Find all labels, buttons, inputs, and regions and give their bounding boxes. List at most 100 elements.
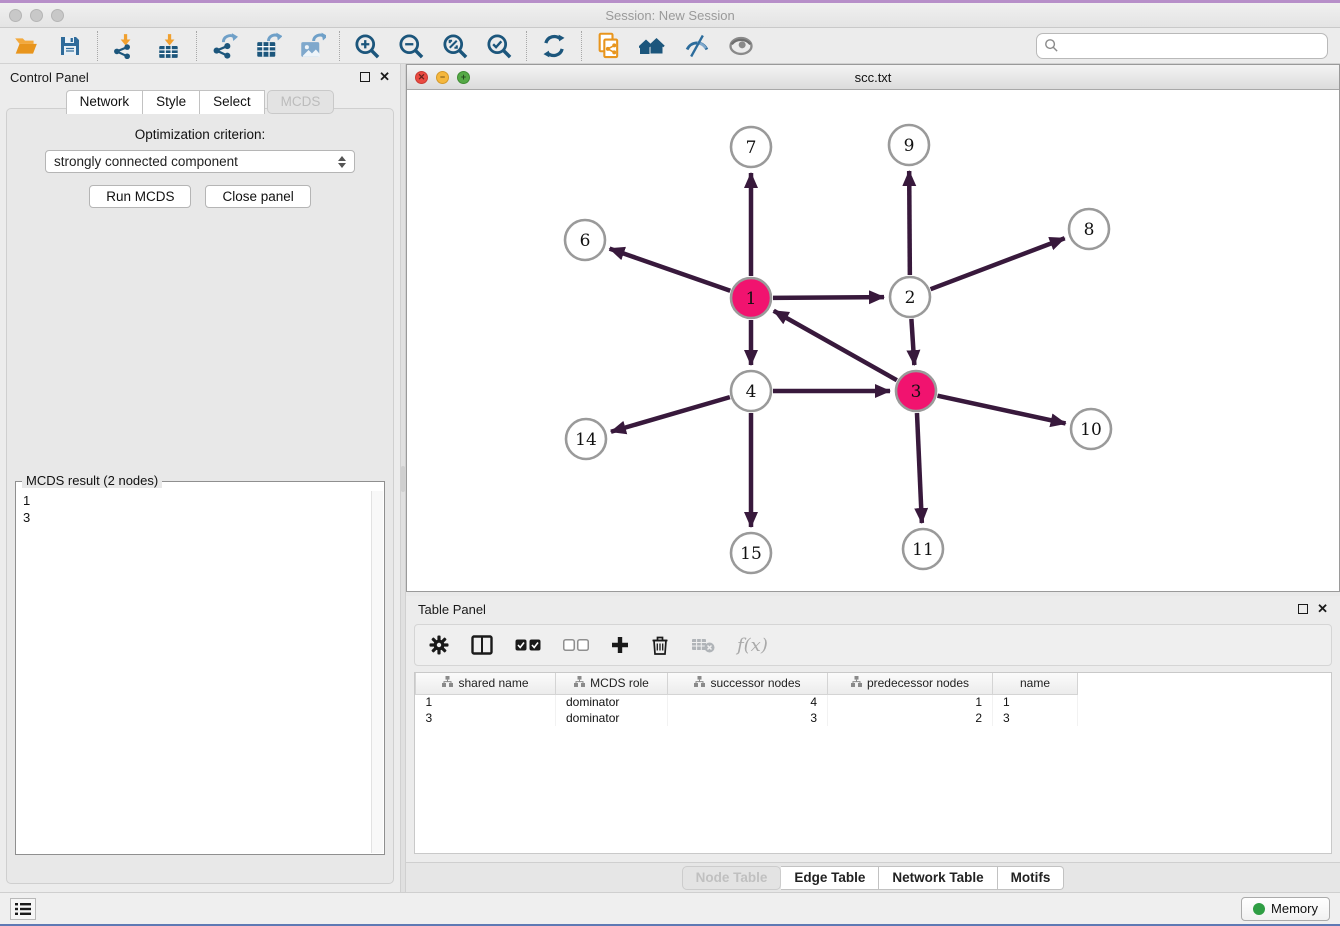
cell-successor-nodes[interactable]: 4 — [668, 694, 828, 710]
node-label-9: 9 — [904, 136, 915, 156]
tab-edge-table[interactable]: Edge Table — [781, 866, 879, 890]
column-header-predecessor-nodes[interactable]: predecessor nodes — [828, 673, 993, 694]
edge-3-1[interactable] — [774, 311, 897, 380]
select-all-button[interactable] — [515, 630, 541, 660]
toolbar-separator — [526, 31, 527, 61]
copy-network-icon — [595, 32, 623, 60]
toolbar-separator — [196, 31, 197, 61]
search-box[interactable] — [1036, 33, 1328, 59]
edge-2-8[interactable] — [931, 238, 1065, 289]
toolbar-separator — [97, 31, 98, 61]
tab-network[interactable]: Network — [66, 90, 144, 114]
mcds-result-title: MCDS result (2 nodes) — [22, 473, 162, 488]
table-row[interactable]: 1dominator411 — [416, 694, 1078, 710]
delete-table-icon — [691, 637, 715, 653]
function-builder-button[interactable]: f(x) — [737, 630, 768, 660]
table-settings-button[interactable] — [429, 630, 449, 660]
column-view-button[interactable] — [471, 630, 493, 660]
edge-4-14[interactable] — [611, 397, 730, 432]
show-panels-button[interactable] — [727, 32, 755, 60]
table-row[interactable]: 3dominator323 — [416, 710, 1078, 726]
open-folder-icon — [13, 33, 39, 59]
task-history-button[interactable] — [10, 898, 36, 920]
cell-name[interactable]: 3 — [993, 710, 1078, 726]
unchecked-boxes-icon — [563, 639, 589, 651]
mcds-result-item[interactable]: 3 — [23, 509, 378, 526]
refresh-layout-button[interactable] — [540, 32, 568, 60]
import-network-button[interactable] — [111, 32, 139, 60]
network-window-title: scc.txt — [407, 70, 1339, 85]
export-image-button[interactable] — [298, 32, 326, 60]
window-title: Session: New Session — [0, 8, 1340, 23]
control-panel: Control Panel ✕ NetworkStyleSelectMCDS O… — [0, 64, 400, 892]
tab-network-table[interactable]: Network Table — [879, 866, 997, 890]
cell-predecessor-nodes[interactable]: 2 — [828, 710, 993, 726]
float-panel-icon[interactable] — [360, 72, 370, 82]
zoom-out-button[interactable] — [397, 32, 425, 60]
network-canvas[interactable]: 7968124314101511 — [407, 90, 1339, 591]
zoom-fit-button[interactable] — [441, 32, 469, 60]
copy-network-view-button[interactable] — [595, 32, 623, 60]
import-table-button[interactable] — [155, 32, 183, 60]
run-mcds-button[interactable]: Run MCDS — [89, 185, 191, 208]
cell-shared-name[interactable]: 3 — [416, 710, 556, 726]
tab-node-table[interactable]: Node Table — [682, 866, 782, 890]
result-scrollbar[interactable] — [371, 491, 383, 853]
edge-1-2[interactable] — [773, 297, 884, 298]
close-table-panel-icon[interactable]: ✕ — [1317, 604, 1328, 614]
column-header-shared-name[interactable]: shared name — [416, 673, 556, 694]
optimization-select[interactable]: strongly connected component — [45, 150, 355, 173]
open-session-button[interactable] — [12, 32, 40, 60]
control-panel-tabs: NetworkStyleSelectMCDS — [0, 90, 400, 114]
edge-3-11[interactable] — [917, 413, 922, 523]
zoom-selected-button[interactable] — [485, 32, 513, 60]
edge-1-6[interactable] — [610, 249, 731, 291]
hide-panels-button[interactable] — [683, 32, 711, 60]
export-network-button[interactable] — [210, 32, 238, 60]
edge-2-9[interactable] — [909, 171, 910, 275]
fx-icon: f(x) — [737, 635, 768, 656]
toolbar-separator — [581, 31, 582, 61]
column-header-name[interactable]: name — [993, 673, 1078, 694]
mcds-result-item[interactable]: 1 — [23, 492, 378, 509]
mcds-result-list: 13 — [16, 482, 384, 526]
zoom-selected-icon — [485, 32, 513, 60]
tab-motifs[interactable]: Motifs — [998, 866, 1065, 890]
node-label-3: 3 — [911, 382, 922, 402]
cell-predecessor-nodes[interactable]: 1 — [828, 694, 993, 710]
node-label-14: 14 — [575, 430, 597, 450]
network-window-titlebar[interactable]: ✕ − + scc.txt — [407, 65, 1339, 90]
close-panel-icon[interactable]: ✕ — [379, 72, 390, 82]
save-session-button[interactable] — [56, 32, 84, 60]
deselect-all-button[interactable] — [563, 630, 589, 660]
edge-2-3[interactable] — [911, 319, 914, 365]
table-panel: Table Panel ✕ — [406, 596, 1340, 892]
cell-MCDS-role[interactable]: dominator — [556, 710, 668, 726]
close-panel-button[interactable]: Close panel — [205, 185, 310, 208]
memory-status-icon — [1253, 903, 1265, 915]
node-label-7: 7 — [746, 138, 757, 158]
node-label-8: 8 — [1084, 220, 1095, 240]
cell-name[interactable]: 1 — [993, 694, 1078, 710]
column-header-MCDS-role[interactable]: MCDS role — [556, 673, 668, 694]
float-table-panel-icon[interactable] — [1298, 604, 1308, 614]
cell-successor-nodes[interactable]: 3 — [668, 710, 828, 726]
table-panel-title: Table Panel — [418, 602, 486, 617]
zoom-out-icon — [397, 32, 425, 60]
search-input[interactable] — [1064, 36, 1320, 56]
edge-3-10[interactable] — [937, 396, 1065, 424]
column-header-successor-nodes[interactable]: successor nodes — [668, 673, 828, 694]
tab-select[interactable]: Select — [200, 90, 265, 114]
export-table-button[interactable] — [254, 32, 282, 60]
cell-MCDS-role[interactable]: dominator — [556, 694, 668, 710]
table-toolbar: f(x) — [414, 624, 1332, 666]
delete-column-button[interactable] — [651, 630, 669, 660]
delete-table-button[interactable] — [691, 630, 715, 660]
zoom-in-button[interactable] — [353, 32, 381, 60]
home-button[interactable] — [639, 32, 667, 60]
cell-shared-name[interactable]: 1 — [416, 694, 556, 710]
tab-mcds[interactable]: MCDS — [267, 90, 335, 114]
tab-style[interactable]: Style — [143, 90, 200, 114]
add-column-button[interactable] — [611, 630, 629, 660]
memory-button[interactable]: Memory — [1241, 897, 1330, 921]
